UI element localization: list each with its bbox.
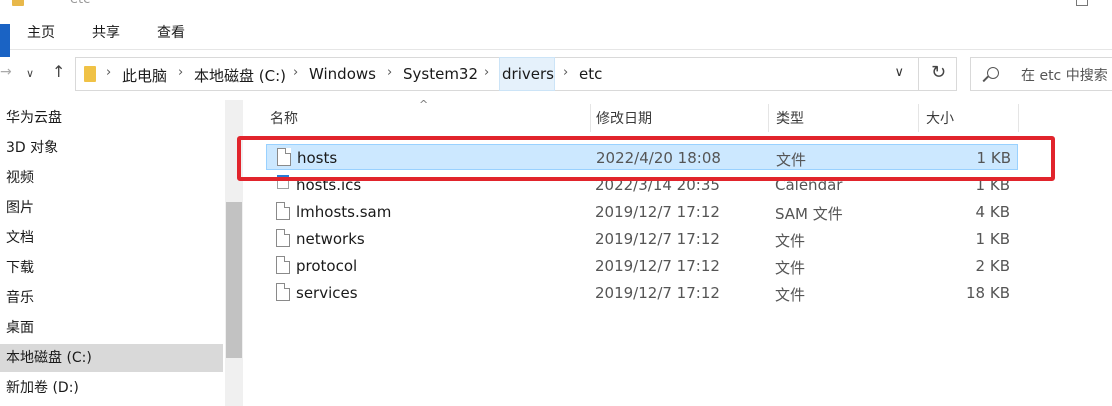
file-icon [276,256,290,274]
tab-home[interactable]: 主页 [27,22,55,42]
file-name: networks [296,230,365,248]
chevron-down-icon[interactable]: ∨ [894,65,904,80]
nav-pane-scrollbar[interactable] [225,100,243,406]
chevron-right-icon[interactable]: › [106,65,111,80]
column-divider[interactable] [590,104,591,132]
file-size: 18 KB [966,284,1010,302]
file-size: 1 KB [976,149,1011,167]
file-type: 文件 [775,259,806,277]
file-type: Calendar [775,176,843,194]
title-bar: etc [0,0,1112,10]
file-type: 文件 [775,232,806,250]
file-icon [277,148,291,166]
file-name: lmhosts.sam [296,203,392,221]
refresh-button[interactable]: ↻ [919,57,957,91]
refresh-icon: ↻ [931,62,947,83]
breadcrumb-windows[interactable]: Windows [309,65,376,83]
file-row-hosts-ics[interactable]: hosts.ics 2022/3/14 20:35 Calendar 1 KB [266,172,1018,198]
nav-item-huawei-cloud[interactable]: 华为云盘 [0,104,223,132]
file-icon [276,202,290,220]
search-input[interactable]: 在 etc 中搜索 [970,57,1112,91]
file-modified: 2022/4/20 18:08 [596,149,721,167]
tab-view[interactable]: 查看 [157,22,185,42]
chevron-right-icon[interactable]: › [387,65,392,80]
chevron-right-icon[interactable]: › [563,65,568,80]
file-size: 1 KB [975,230,1010,248]
file-row-protocol[interactable]: protocol 2019/12/7 17:12 文件 2 KB [266,253,1018,279]
column-header-type[interactable]: 类型 [776,108,804,132]
recent-locations-icon[interactable]: ∨ [26,67,34,80]
column-divider[interactable] [1018,104,1019,132]
file-modified: 2022/3/14 20:35 [595,176,720,194]
breadcrumb-system32[interactable]: System32 [403,65,478,83]
column-divider[interactable] [918,104,919,132]
breadcrumb-drivers[interactable]: drivers [502,65,554,83]
close-icon[interactable] [1076,0,1088,6]
chevron-right-icon[interactable]: › [293,65,298,80]
chevron-right-icon[interactable]: › [178,65,183,80]
file-size: 2 KB [975,257,1010,275]
nav-item-videos[interactable]: 视频 [0,164,223,192]
file-name: services [296,284,358,302]
file-size: 4 KB [975,203,1010,221]
file-name: hosts [297,149,338,167]
column-divider[interactable] [768,104,769,132]
column-header-size[interactable]: 大小 [926,108,954,132]
file-row-services[interactable]: services 2019/12/7 17:12 文件 18 KB [266,280,1018,306]
file-modified: 2019/12/7 17:12 [595,203,720,221]
file-row-lmhosts-sam[interactable]: lmhosts.sam 2019/12/7 17:12 SAM 文件 4 KB [266,199,1018,225]
tab-share[interactable]: 共享 [92,22,120,42]
nav-item-desktop[interactable]: 桌面 [0,314,223,342]
scrollbar-thumb[interactable] [226,202,242,358]
nav-item-music[interactable]: 音乐 [0,284,223,312]
nav-item-pictures[interactable]: 图片 [0,194,223,222]
navigation-pane: 华为云盘 3D 对象 视频 图片 文档 下载 音乐 桌面 本地磁盘 (C:) 新… [0,100,244,406]
forward-icon[interactable]: → [0,64,12,80]
folder-icon [84,66,96,82]
file-type: 文件 [775,286,806,304]
file-type: SAM 文件 [775,205,843,223]
nav-item-local-disk-c[interactable]: 本地磁盘 (C:) [0,344,223,372]
file-icon [276,229,290,247]
file-row-networks[interactable]: networks 2019/12/7 17:12 文件 1 KB [266,226,1018,252]
nav-item-new-volume-d[interactable]: 新加卷 (D:) [0,374,223,402]
file-modified: 2019/12/7 17:12 [595,230,720,248]
search-placeholder: 在 etc 中搜索 [1021,68,1108,84]
file-size: 1 KB [975,176,1010,194]
nav-item-downloads[interactable]: 下载 [0,254,223,282]
address-bar[interactable]: › 此电脑 › 本地磁盘 (C:) › Windows › System32 ›… [75,57,919,91]
search-icon [987,67,999,79]
navigation-bar: → ∨ ↑ › 此电脑 › 本地磁盘 (C:) › Windows › Syst… [0,50,1112,98]
file-list: ^ 名称 修改日期 类型 大小 hosts 2022/4/20 18:08 文件… [244,98,1112,406]
column-header-name[interactable]: 名称 [270,108,298,132]
nav-item-documents[interactable]: 文档 [0,224,223,252]
column-header-modified[interactable]: 修改日期 [596,108,652,132]
ribbon: 主页 共享 查看 [0,12,1112,57]
file-modified: 2019/12/7 17:12 [595,284,720,302]
file-modified: 2019/12/7 17:12 [595,257,720,275]
window-title: etc [70,0,90,7]
calendar-file-icon [277,175,289,189]
file-name: protocol [296,257,358,275]
breadcrumb-etc[interactable]: etc [579,65,602,83]
nav-item-3d-objects[interactable]: 3D 对象 [0,134,223,162]
file-row-hosts[interactable]: hosts 2022/4/20 18:08 文件 1 KB [266,144,1018,170]
breadcrumb-this-pc[interactable]: 此电脑 [122,65,167,86]
folder-icon [12,0,24,6]
file-name: hosts.ics [296,176,362,194]
breadcrumb-local-disk[interactable]: 本地磁盘 (C:) [194,65,286,86]
sort-ascending-icon: ^ [419,98,429,111]
file-icon [276,283,290,301]
chevron-right-icon[interactable]: › [484,65,489,80]
up-icon[interactable]: ↑ [52,62,65,81]
file-type: 文件 [776,151,807,169]
